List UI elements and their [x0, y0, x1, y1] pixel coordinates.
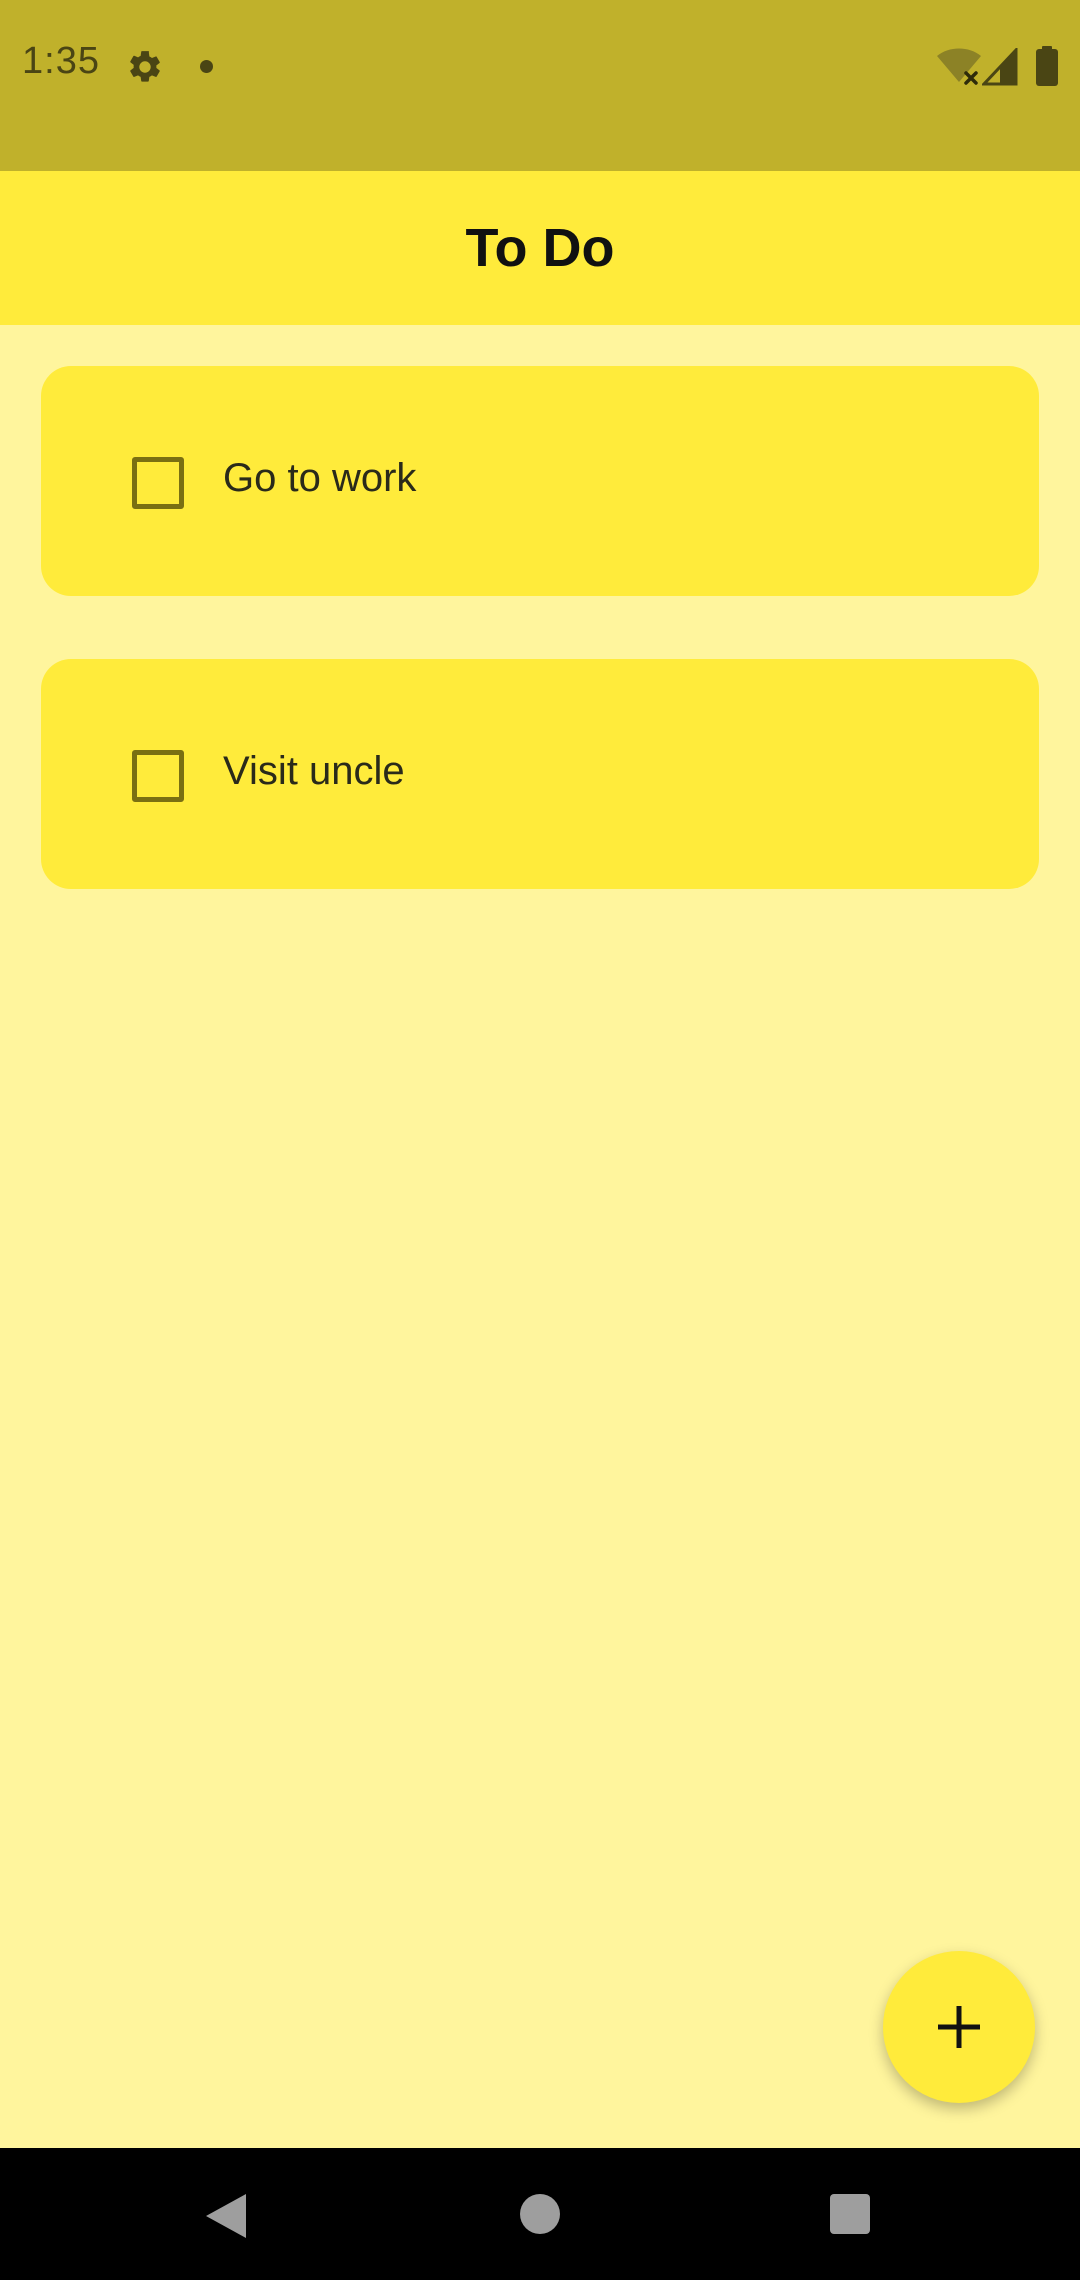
todo-item[interactable]: Go to work [41, 366, 1039, 596]
recents-icon[interactable] [830, 2194, 870, 2234]
app-bar: To Do [0, 171, 1080, 325]
page-title: To Do [465, 218, 615, 278]
home-icon[interactable] [520, 2194, 560, 2234]
system-nav-bar [0, 2148, 1080, 2280]
back-icon[interactable] [204, 2192, 248, 2240]
status-time: 1:35 [22, 40, 100, 82]
todo-item[interactable]: Visit uncle [41, 659, 1039, 889]
battery-icon [1036, 46, 1058, 86]
notification-dot-icon [200, 60, 213, 73]
todo-checkbox[interactable] [132, 750, 184, 802]
cell-signal-icon [982, 48, 1018, 86]
add-todo-button[interactable] [883, 1951, 1035, 2103]
status-bar: 1:35 [0, 0, 1080, 171]
todo-label: Go to work [223, 456, 417, 500]
plus-icon [938, 2006, 980, 2048]
todo-label: Visit uncle [223, 749, 405, 793]
todo-checkbox[interactable] [132, 457, 184, 509]
gear-icon [130, 51, 160, 82]
wifi-off-icon [937, 48, 981, 85]
